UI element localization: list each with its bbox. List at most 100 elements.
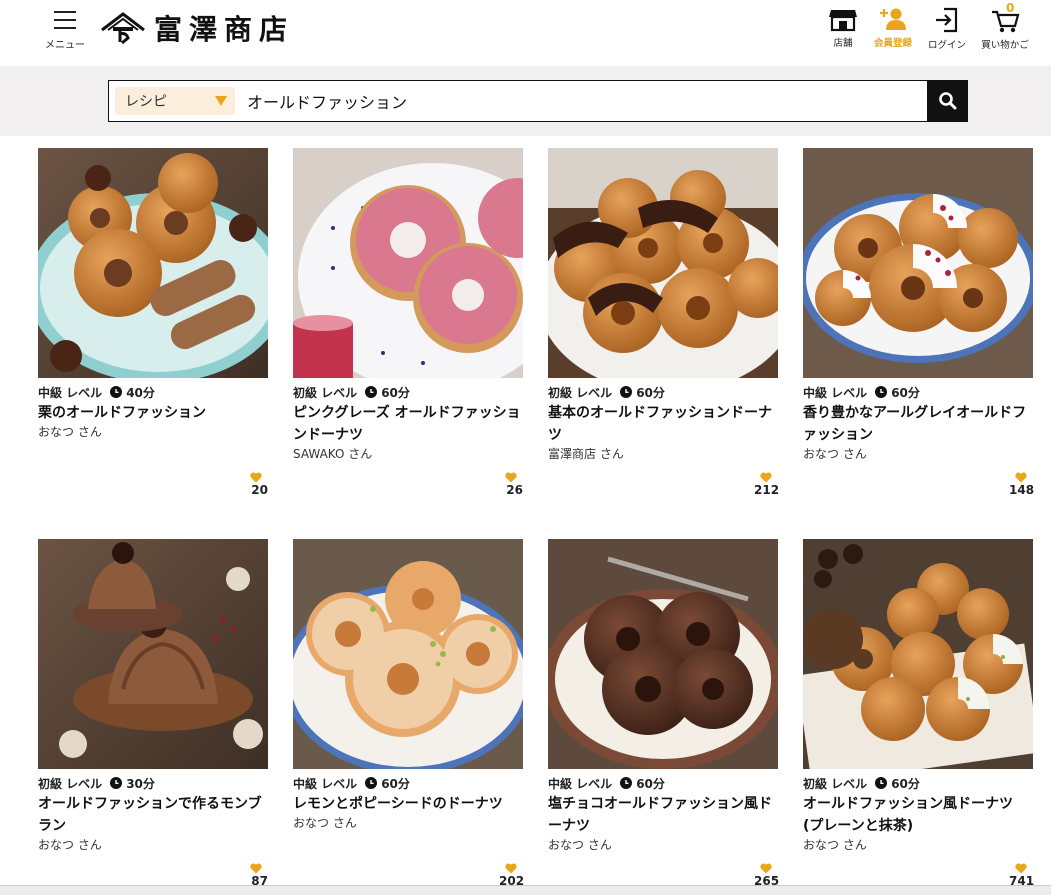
recipe-time: 30分: [126, 776, 155, 791]
logo-text: 富澤商店: [154, 13, 295, 46]
recipe-card[interactable]: 中級 レベル 40分 栗のオールドファッション おなつ さん 20: [38, 148, 268, 497]
recipe-meta: 初級 レベル 60分: [803, 775, 1033, 791]
recipe-meta: 中級 レベル 60分: [548, 775, 778, 791]
heart-icon: [250, 472, 262, 483]
clock-icon: [875, 386, 888, 398]
recipe-image-earl-grey-donut[interactable]: [803, 148, 1033, 378]
like-count: 26: [506, 483, 523, 497]
logo-mark-icon: [101, 12, 145, 45]
recipe-card[interactable]: 初級 レベル 30分 オールドファッションで作るモンブラン おなつ さん 87: [38, 539, 268, 888]
recipe-author[interactable]: 富澤商店 さん: [548, 446, 778, 462]
recipe-level: 初級 レベル: [548, 385, 613, 400]
recipe-image-mont-blanc[interactable]: [38, 539, 268, 769]
recipe-time: 60分: [891, 776, 920, 791]
recipe-card[interactable]: 中級 レベル 60分 塩チョコオールドファッション風ドーナツ おなつ さん 26…: [548, 539, 779, 888]
recipe-image-salted-chocolate-donut[interactable]: [548, 539, 778, 769]
recipe-card[interactable]: 中級 レベル 60分 香り豊かなアールグレイオールドファッション おなつ さん …: [803, 148, 1034, 497]
like-count: 212: [754, 483, 780, 497]
like-counter[interactable]: 26: [499, 472, 523, 497]
horizontal-scrollbar[interactable]: [0, 885, 1051, 895]
recipe-card[interactable]: 初級 レベル 60分 基本のオールドファッションドーナツ 富澤商店 さん 212: [548, 148, 779, 497]
recipe-meta: 初級 レベル 60分: [293, 384, 523, 400]
recipe-title[interactable]: レモンとポピーシードのドーナツ: [293, 793, 523, 815]
cart-count-badge: 0: [1006, 1, 1015, 15]
menu-label: メニュー: [45, 40, 85, 51]
clock-icon: [620, 386, 633, 398]
search-band: レシピ: [0, 66, 1051, 136]
heart-icon: [760, 863, 772, 874]
recipe-meta: 初級 レベル 30分: [38, 775, 268, 791]
recipe-level: 初級 レベル: [293, 385, 358, 400]
recipe-card[interactable]: 中級 レベル 60分 レモンとポピーシードのドーナツ おなつ さん 202: [293, 539, 524, 888]
recipe-meta: 中級 レベル 60分: [293, 775, 523, 791]
recipe-time: 60分: [381, 385, 410, 400]
nav-register[interactable]: 会員登録: [863, 4, 923, 58]
login-icon: [936, 7, 958, 33]
nav-cart-label: 買い物かご: [981, 40, 1029, 51]
shop-icon: [829, 10, 857, 32]
recipe-author[interactable]: おなつ さん: [38, 424, 268, 440]
recipe-author[interactable]: おなつ さん: [803, 837, 1033, 853]
like-counter[interactable]: 20: [244, 472, 268, 497]
site-logo[interactable]: 富澤商店: [100, 10, 294, 46]
search-input[interactable]: [235, 82, 927, 120]
search-icon: [938, 92, 956, 110]
recipe-author[interactable]: おなつ さん: [38, 837, 268, 853]
nav-register-label: 会員登録: [873, 38, 912, 49]
recipe-image-pink-glaze-donut[interactable]: [293, 148, 523, 378]
nav-login[interactable]: ログイン: [917, 4, 977, 58]
add-user-icon: [880, 8, 906, 30]
recipe-author[interactable]: SAWAKO さん: [293, 446, 523, 462]
recipe-title[interactable]: 塩チョコオールドファッション風ドーナツ: [548, 793, 778, 837]
recipe-author[interactable]: おなつ さん: [803, 446, 1033, 462]
clock-icon: [110, 777, 123, 789]
recipe-image-lemon-poppyseed-donut[interactable]: [293, 539, 523, 769]
recipe-card[interactable]: 初級 レベル 60分 ピンクグレーズ オールドファッションドーナツ SAWAKO…: [293, 148, 523, 497]
heart-icon: [505, 863, 517, 874]
search-button[interactable]: [927, 81, 968, 121]
recipe-time: 60分: [636, 776, 665, 791]
like-counter[interactable]: 212: [754, 472, 780, 497]
recipe-meta: 初級 レベル 60分: [548, 384, 778, 400]
clock-icon: [365, 777, 378, 789]
recipe-time: 60分: [381, 776, 410, 791]
clock-icon: [110, 386, 123, 398]
site-header: メニュー 富澤商店 店舗 会員登録 ログイン 0 買い物かご: [0, 0, 1051, 66]
heart-icon: [1015, 863, 1027, 874]
recipe-meta: 中級 レベル 40分: [38, 384, 268, 400]
recipe-title[interactable]: オールドファッションで作るモンブラン: [38, 793, 268, 837]
recipe-level: 中級 レベル: [803, 385, 868, 400]
recipe-level: 初級 レベル: [38, 776, 103, 791]
category-select-value: レシピ: [125, 94, 167, 110]
recipe-title[interactable]: 香り豊かなアールグレイオールドファッション: [803, 402, 1033, 446]
recipe-title[interactable]: ピンクグレーズ オールドファッションドーナツ: [293, 402, 523, 446]
cart-icon: [992, 10, 1020, 33]
recipe-time: 40分: [126, 385, 155, 400]
recipe-title[interactable]: 基本のオールドファッションドーナツ: [548, 402, 778, 446]
recipe-title[interactable]: 栗のオールドファッション: [38, 402, 268, 424]
recipe-title[interactable]: オールドファッション風ドーナツ(プレーンと抹茶): [803, 793, 1033, 837]
like-count: 148: [1009, 483, 1035, 497]
recipe-time: 60分: [891, 385, 920, 400]
nav-login-label: ログイン: [927, 40, 966, 51]
recipe-image-chestnut-donut[interactable]: [38, 148, 268, 378]
recipe-author[interactable]: おなつ さん: [293, 815, 523, 831]
category-select[interactable]: レシピ: [115, 87, 235, 115]
clock-icon: [875, 777, 888, 789]
nav-cart[interactable]: 0 買い物かご: [975, 1, 1035, 58]
recipe-image-plain-matcha-donut[interactable]: [803, 539, 1033, 769]
menu-button[interactable]: メニュー: [44, 8, 86, 51]
heart-icon: [1015, 472, 1027, 483]
dropdown-triangle-icon: [215, 96, 227, 106]
recipe-level: 初級 レベル: [803, 776, 868, 791]
recipe-time: 60分: [636, 385, 665, 400]
clock-icon: [620, 777, 633, 789]
recipe-image-basic-old-fashioned-donut[interactable]: [548, 148, 778, 378]
like-count: 20: [251, 483, 268, 497]
recipe-author[interactable]: おなつ さん: [548, 837, 778, 853]
search-bar: レシピ: [108, 80, 968, 122]
clock-icon: [365, 386, 378, 398]
like-counter[interactable]: 148: [1009, 472, 1035, 497]
recipe-level: 中級 レベル: [293, 776, 358, 791]
recipe-card[interactable]: 初級 レベル 60分 オールドファッション風ドーナツ(プレーンと抹茶) おなつ …: [803, 539, 1034, 888]
